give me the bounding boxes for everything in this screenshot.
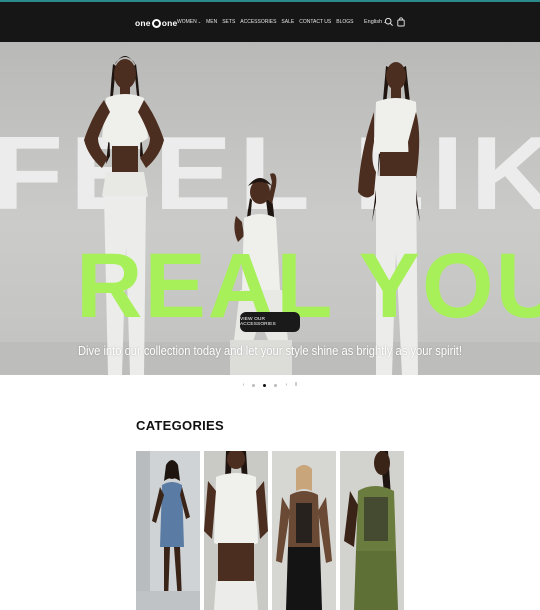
logo-ring-icon (151, 18, 161, 28)
nav-item-sale[interactable]: SALE (281, 18, 294, 26)
categories-heading: CATEGORIES (136, 418, 224, 433)
slider-dot-2[interactable] (263, 383, 267, 387)
hero-headline-real-you: REAL YOU (76, 235, 540, 337)
nav-item-blogs[interactable]: BLOGS (336, 18, 353, 26)
slider-dot-3[interactable] (274, 383, 278, 387)
nav-item-contact[interactable]: CONTACT US (299, 18, 331, 26)
site-header: one one WOMEN⌄ MEN SETS ACCESSORIES SALE… (0, 0, 540, 42)
nav-item-accessories[interactable]: ACCESSORIES (240, 18, 276, 26)
category-image (340, 451, 404, 610)
pause-icon[interactable]: ‖ (295, 382, 297, 388)
view-accessories-button[interactable]: VIEW OUR ACCESSORIES (240, 312, 300, 332)
search-icon[interactable] (384, 17, 394, 27)
category-image (136, 451, 200, 610)
category-card-olive-sports-set[interactable] (340, 451, 404, 610)
category-card-denim-dress[interactable] (136, 451, 200, 610)
bag-icon[interactable] (396, 17, 406, 27)
category-card-mesh-back-set[interactable] (272, 451, 336, 610)
nav-item-sets[interactable]: SETS (222, 18, 235, 26)
logo-text-right: one (161, 18, 178, 28)
brand-logo[interactable]: one one (135, 16, 177, 30)
nav-item-women[interactable]: WOMEN⌄ (177, 18, 201, 26)
logo-text-left: one (135, 18, 151, 28)
slider-controls: ‹ › ‖ (0, 380, 540, 390)
hero-banner: FEEL LIKE REAL YOU V (0, 42, 540, 375)
chevron-left-icon[interactable]: ‹ (243, 382, 245, 388)
category-image (204, 451, 268, 610)
slider-dot-1[interactable] (252, 383, 256, 387)
nav-item-men[interactable]: MEN (206, 18, 217, 26)
category-image (272, 451, 336, 610)
chevron-right-icon[interactable]: › (285, 382, 287, 388)
category-card-lace-top-set[interactable] (204, 451, 268, 610)
hero-subtext: Dive into our collection today and let y… (77, 343, 463, 358)
chevron-down-icon: ⌄ (197, 19, 202, 24)
main-nav: WOMEN⌄ MEN SETS ACCESSORIES SALE CONTACT… (177, 18, 353, 26)
